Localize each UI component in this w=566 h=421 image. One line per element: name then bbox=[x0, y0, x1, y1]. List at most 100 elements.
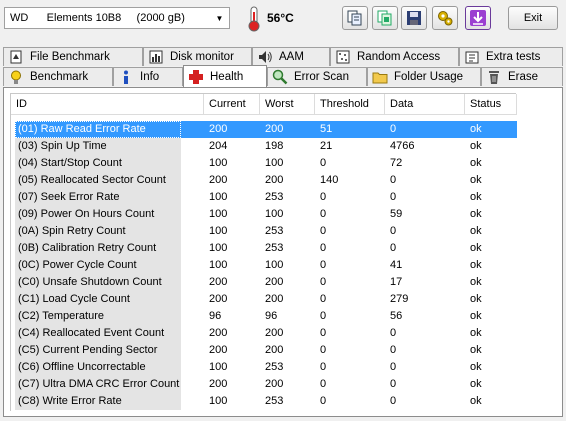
copy-button[interactable] bbox=[342, 6, 368, 30]
cell-id: (C2) Temperature bbox=[15, 308, 181, 325]
cell-status: ok bbox=[470, 174, 482, 186]
cell-current: 200 bbox=[209, 327, 228, 339]
table-row[interactable]: (C8) Write Error Rate 100 253 0 0 ok bbox=[11, 393, 517, 410]
table-row[interactable]: (0A) Spin Retry Count 100 253 0 0 ok bbox=[11, 223, 517, 240]
cell-threshold: 0 bbox=[320, 276, 327, 288]
cell-data: 0 bbox=[390, 225, 397, 237]
cell-id: (C1) Load Cycle Count bbox=[15, 291, 181, 308]
cell-worst: 96 bbox=[265, 310, 278, 322]
cell-id: (C5) Current Pending Sector bbox=[15, 342, 181, 359]
tab-aam[interactable]: AAM bbox=[252, 47, 330, 66]
cell-data: 0 bbox=[390, 395, 397, 407]
cell-id: (0B) Calibration Retry Count bbox=[15, 240, 181, 257]
tab-benchmark[interactable]: Benchmark bbox=[3, 67, 113, 86]
tab-erase[interactable]: Erase bbox=[481, 67, 563, 86]
folder-icon bbox=[372, 69, 388, 85]
table-row[interactable]: (C2) Temperature 96 96 0 56 ok bbox=[11, 308, 517, 325]
exit-button-label: Exit bbox=[523, 12, 543, 24]
table-row[interactable]: (0C) Power Cycle Count 100 100 0 41 ok bbox=[11, 257, 517, 274]
exit-button[interactable]: Exit bbox=[508, 6, 558, 30]
table-row[interactable]: (04) Start/Stop Count 100 100 0 72 ok bbox=[11, 155, 517, 172]
tab-label: Error Scan bbox=[294, 71, 349, 83]
column-header-current[interactable]: Current bbox=[204, 94, 260, 115]
smart-attribute-list[interactable]: ID Current Worst Threshold Data Status (… bbox=[10, 93, 517, 411]
copy-all-button[interactable] bbox=[372, 6, 398, 30]
table-row[interactable]: (C5) Current Pending Sector 200 200 0 0 ok bbox=[11, 342, 517, 359]
toolbar: WD Elements 10B8 (2000 gB) ▼ 56°C Exit bbox=[0, 0, 566, 40]
cell-id: (03) Spin Up Time bbox=[15, 138, 181, 155]
health-panel: ID Current Worst Threshold Data Status (… bbox=[3, 87, 563, 417]
tab-health[interactable]: Health bbox=[183, 65, 267, 87]
cell-worst: 200 bbox=[265, 123, 284, 135]
tab-row-top: File Benchmark Disk monitor AAM Random A… bbox=[0, 47, 566, 66]
cell-status: ok bbox=[470, 327, 482, 339]
cell-id: (05) Reallocated Sector Count bbox=[15, 172, 181, 189]
cell-current: 96 bbox=[209, 310, 222, 322]
cell-id: (C4) Reallocated Event Count bbox=[15, 325, 181, 342]
cell-threshold: 0 bbox=[320, 259, 327, 271]
table-row[interactable]: (01) Raw Read Error Rate 200 200 51 0 ok bbox=[11, 121, 517, 138]
cell-data: 0 bbox=[390, 174, 397, 186]
download-button[interactable] bbox=[465, 6, 491, 30]
cell-status: ok bbox=[470, 208, 482, 220]
table-row[interactable]: (C0) Unsafe Shutdown Count 200 200 0 17 ok bbox=[11, 274, 517, 291]
table-row[interactable]: (C1) Load Cycle Count 200 200 0 279 ok bbox=[11, 291, 517, 308]
tab-info[interactable]: Info bbox=[113, 67, 183, 86]
column-header-data[interactable]: Data bbox=[385, 94, 465, 115]
cell-status: ok bbox=[470, 157, 482, 169]
cell-data: 56 bbox=[390, 310, 403, 322]
cell-threshold: 21 bbox=[320, 140, 333, 152]
tab-extra-tests[interactable]: Extra tests bbox=[459, 47, 563, 66]
tab-file-benchmark[interactable]: File Benchmark bbox=[3, 47, 143, 66]
cell-id: (01) Raw Read Error Rate bbox=[15, 121, 181, 138]
chevron-down-icon[interactable]: ▼ bbox=[211, 9, 228, 27]
speaker-icon bbox=[257, 49, 273, 65]
cell-data: 0 bbox=[390, 344, 397, 356]
column-header-id[interactable]: ID bbox=[11, 94, 204, 115]
tab-label: Info bbox=[140, 71, 160, 83]
tab-disk-monitor[interactable]: Disk monitor bbox=[143, 47, 252, 66]
table-row[interactable]: (03) Spin Up Time 204 198 21 4766 ok bbox=[11, 138, 517, 155]
table-row[interactable]: (05) Reallocated Sector Count 200 200 140 0 o… bbox=[11, 172, 517, 189]
cell-id: (04) Start/Stop Count bbox=[15, 155, 181, 172]
table-row[interactable]: (C6) Offline Uncorrectable 100 253 0 0 ok bbox=[11, 359, 517, 376]
column-header-worst[interactable]: Worst bbox=[260, 94, 315, 115]
cell-worst: 198 bbox=[265, 140, 284, 152]
cell-status: ok bbox=[470, 276, 482, 288]
options-button[interactable] bbox=[432, 6, 458, 30]
cell-worst: 200 bbox=[265, 174, 284, 186]
drive-select[interactable]: WD Elements 10B8 (2000 gB) ▼ bbox=[4, 7, 230, 29]
cell-status: ok bbox=[470, 395, 482, 407]
cell-id: (C0) Unsafe Shutdown Count bbox=[15, 274, 181, 291]
tab-random-access[interactable]: Random Access bbox=[330, 47, 459, 66]
cell-status: ok bbox=[470, 140, 482, 152]
table-row[interactable]: (07) Seek Error Rate 100 253 0 0 ok bbox=[11, 189, 517, 206]
save-button[interactable] bbox=[401, 6, 427, 30]
cell-data: 41 bbox=[390, 259, 403, 271]
cell-threshold: 0 bbox=[320, 395, 327, 407]
tab-folder-usage[interactable]: Folder Usage bbox=[367, 67, 481, 86]
cell-data: 0 bbox=[390, 191, 397, 203]
tab-error-scan[interactable]: Error Scan bbox=[267, 67, 367, 86]
temperature-readout: 56°C bbox=[267, 11, 294, 25]
cell-id: (C8) Write Error Rate bbox=[15, 393, 181, 410]
cell-worst: 253 bbox=[265, 361, 284, 373]
column-header-status[interactable]: Status bbox=[465, 94, 517, 115]
cell-current: 100 bbox=[209, 191, 228, 203]
table-row[interactable]: (C4) Reallocated Event Count 200 200 0 0 ok bbox=[11, 325, 517, 342]
options-icon bbox=[438, 11, 453, 26]
tab-label: Benchmark bbox=[30, 71, 89, 83]
cell-current: 204 bbox=[209, 140, 228, 152]
cell-data: 72 bbox=[390, 157, 403, 169]
table-row[interactable]: (09) Power On Hours Count 100 100 0 59 ok bbox=[11, 206, 517, 223]
column-header-threshold[interactable]: Threshold bbox=[315, 94, 385, 115]
cell-threshold: 0 bbox=[320, 361, 327, 373]
tab-label: Folder Usage bbox=[394, 71, 464, 83]
table-row[interactable]: (0B) Calibration Retry Count 100 253 0 0 ok bbox=[11, 240, 517, 257]
table-row[interactable]: (C7) Ultra DMA CRC Error Count 200 200 0 0 ok bbox=[11, 376, 517, 393]
cell-worst: 253 bbox=[265, 225, 284, 237]
cell-current: 100 bbox=[209, 361, 228, 373]
cell-data: 0 bbox=[390, 361, 397, 373]
cell-data: 0 bbox=[390, 123, 397, 135]
cell-worst: 253 bbox=[265, 395, 284, 407]
